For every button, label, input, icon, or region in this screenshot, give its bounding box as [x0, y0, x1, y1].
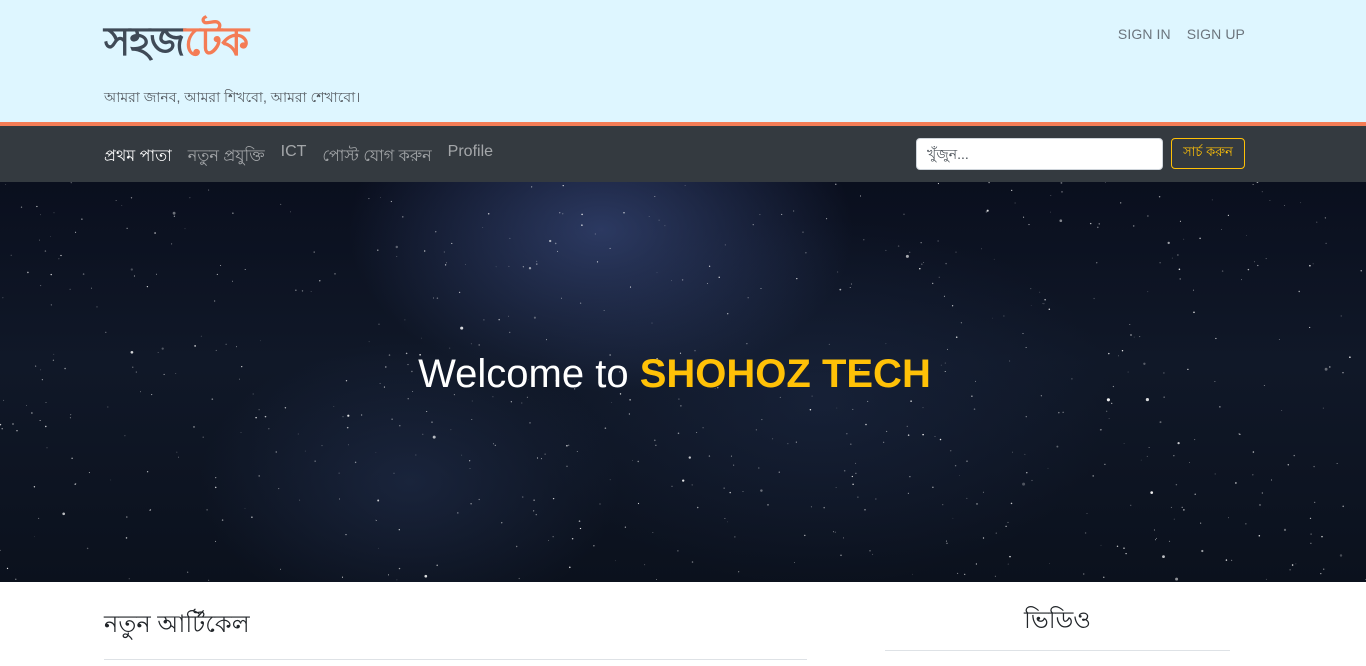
site-tagline: আমরা জানব, আমরা শিখবো, আমরা শেখাবো। [104, 89, 361, 105]
main-navbar: প্রথম পাতা নতুন প্রযুক্তি ICT পোস্ট যোগ … [0, 122, 1366, 182]
hero-banner: Welcome to SHOHOZ TECH [0, 182, 1366, 582]
auth-links: SIGN IN SIGN UP [1118, 26, 1245, 42]
nav-item-add-post[interactable]: পোস্ট যোগ করুন [322, 143, 431, 170]
nav-menu: প্রথম পাতা নতুন প্রযুক্তি ICT পোস্ট যোগ … [104, 143, 493, 170]
search-input[interactable] [916, 138, 1163, 170]
video-heading: ভিডিও [1024, 607, 1091, 634]
site-logo[interactable]: সহজটেক [104, 14, 249, 70]
logo-part-tech: টেক [184, 18, 249, 65]
logo-part-sohoj: সহজ [104, 18, 185, 65]
nav-item-profile[interactable]: Profile [448, 143, 493, 170]
sign-in-link[interactable]: SIGN IN [1118, 26, 1171, 42]
top-header: সহজটেক আমরা জানব, আমরা শিখবো, আমরা শেখাব… [0, 0, 1366, 122]
new-articles-heading: নতুন আর্টিকেল [104, 611, 250, 638]
articles-divider [104, 659, 807, 660]
nav-item-home[interactable]: প্রথম পাতা [104, 143, 172, 170]
hero-title: Welcome to SHOHOZ TECH [0, 352, 1349, 397]
hero-title-prefix: Welcome to [418, 352, 629, 396]
search-button[interactable]: সার্চ করুন [1171, 138, 1245, 169]
nav-item-new-tech[interactable]: নতুন প্রযুক্তি [188, 143, 265, 170]
video-divider [885, 650, 1230, 651]
sign-up-link[interactable]: SIGN UP [1187, 26, 1245, 42]
hero-title-brand: SHOHOZ TECH [639, 352, 931, 396]
nav-item-ict[interactable]: ICT [281, 143, 307, 170]
